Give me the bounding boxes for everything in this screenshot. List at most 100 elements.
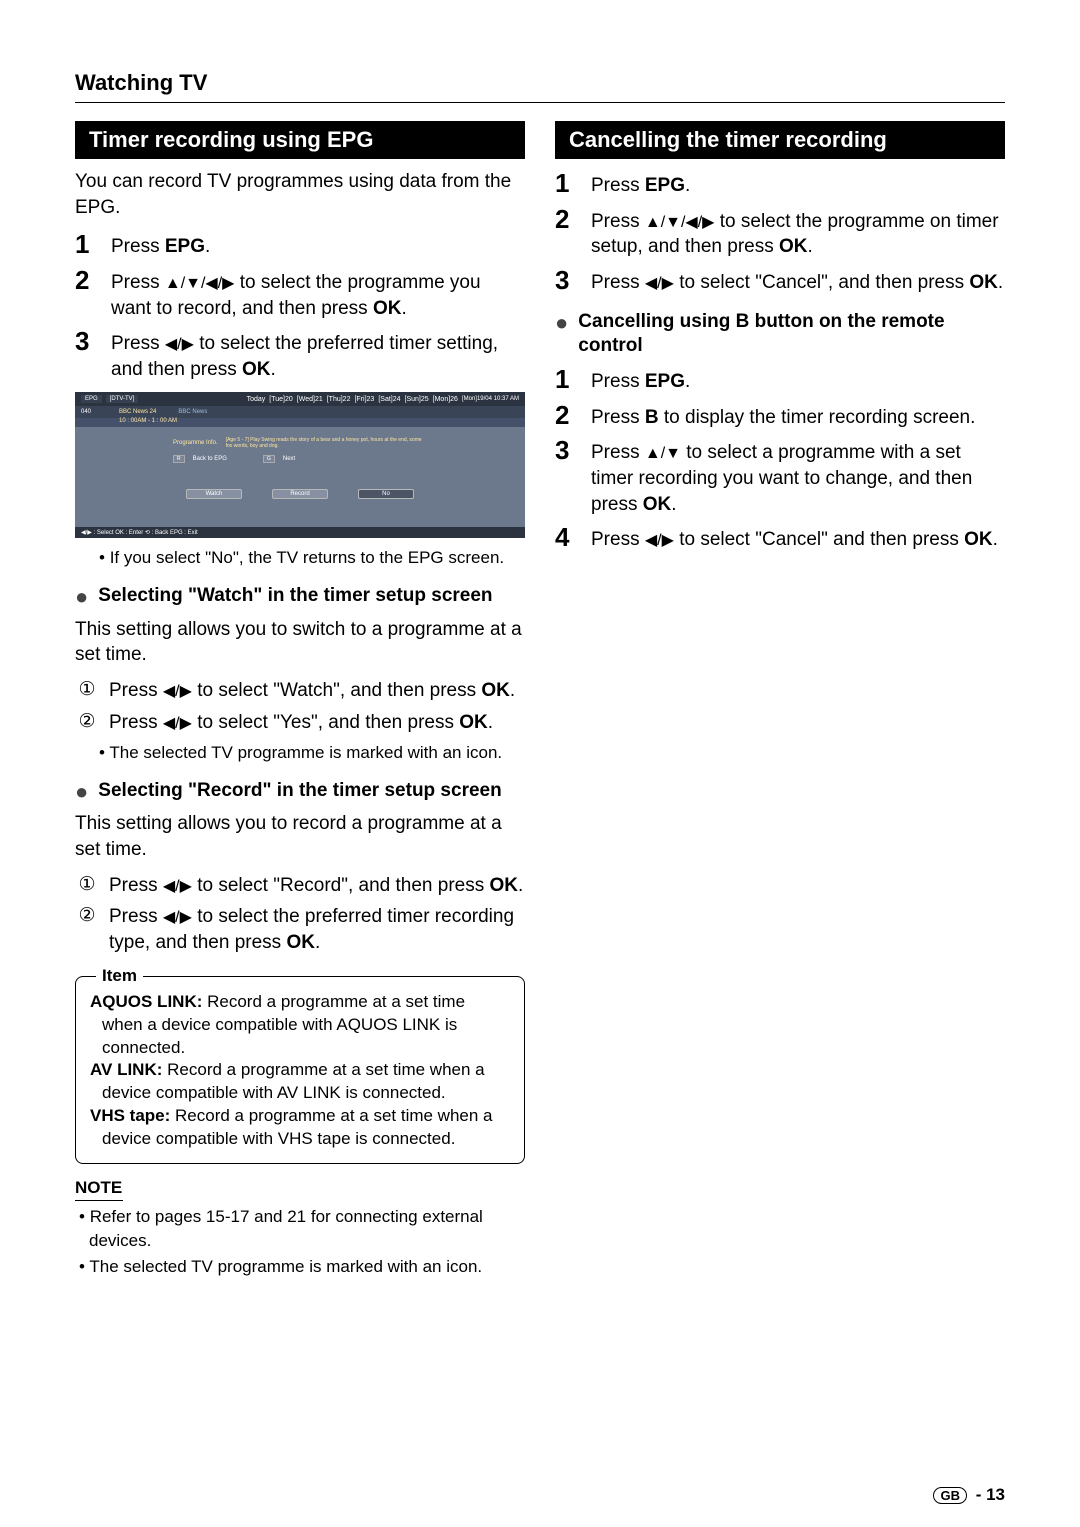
text: to display the timer recording screen. [659, 407, 976, 428]
programme-info-text: [Age 5 - 7] Play Swing reads the story o… [226, 437, 426, 449]
text: . [671, 494, 676, 515]
text: The selected TV programme is marked with… [89, 1257, 482, 1276]
arrow-icon: ◀/▶ [165, 337, 194, 353]
step-number: 2 [555, 401, 591, 430]
text: Press [591, 175, 645, 196]
item-name: AQUOS LINK: [90, 992, 202, 1011]
hotkey: OK [286, 932, 315, 953]
hotkey: OK [481, 680, 510, 701]
epg-record-button[interactable]: Record [272, 489, 328, 499]
epg-day: [Sun]25 [405, 396, 429, 403]
bullet-icon: ● [75, 779, 88, 805]
text: Press [111, 272, 165, 293]
step-text: Press ◀/▶ to select the preferred timer … [111, 327, 525, 382]
text: . [270, 359, 275, 380]
arrow-icon: ▲/▼ [645, 446, 681, 462]
text: Refer to pages 15-17 and 21 for connecti… [89, 1207, 483, 1250]
step-text: Press ◀/▶ to select "Watch", and then pr… [109, 678, 515, 704]
text: . [993, 529, 998, 550]
steps-cancel: 1 Press EPG. 2 Press ▲/▼/◀/▶ to select t… [555, 169, 1005, 296]
epg-watch-button[interactable]: Watch [186, 489, 242, 499]
epg-topbar: EPG [DTV-TV] Today [Tue]20 [Wed]21 [Thu]… [75, 392, 525, 406]
page-footer: GB - 13 [933, 1485, 1005, 1505]
item-name: AV LINK: [90, 1060, 162, 1079]
step-number: 3 [555, 266, 591, 295]
text: Press [109, 712, 163, 733]
epg-mode: [DTV-TV] [106, 395, 139, 403]
note-label: NOTE [75, 1178, 123, 1201]
subheading-cancel-b: Cancelling using B button on the remote … [578, 310, 1005, 359]
step-text: Press EPG. [591, 169, 690, 199]
hotkey: B [645, 407, 659, 428]
hotkey: OK [964, 529, 993, 550]
title-rule [75, 102, 1005, 103]
watch-steps: ① Press ◀/▶ to select "Watch", and then … [75, 678, 525, 735]
epg-day: Today [247, 396, 266, 403]
text: Press [591, 371, 645, 392]
text: to select "Record", and then press [192, 875, 490, 896]
text: . [998, 272, 1003, 293]
step-text: Press EPG. [111, 230, 210, 260]
bullet-icon: ● [75, 584, 88, 610]
text: The selected TV programme is marked with… [109, 743, 502, 762]
hotkey: OK [490, 875, 519, 896]
bullet-icon: ● [555, 310, 568, 336]
text: Press [111, 236, 165, 257]
step-number: 1 [555, 169, 591, 198]
text: . [401, 298, 406, 319]
back-to-epg-label: Back to EPG [193, 456, 227, 462]
intro-text: You can record TV programmes using data … [75, 169, 525, 220]
item-box: Item AQUOS LINK: Record a programme at a… [75, 976, 525, 1165]
arrow-icon: ◀/▶ [645, 276, 674, 292]
text: Press [591, 442, 645, 463]
epg-buttons: Watch Record No [81, 489, 519, 499]
next-label: Next [283, 456, 295, 462]
epg-no-button[interactable]: No [358, 489, 414, 499]
step-number: 2 [75, 266, 111, 295]
epg-day: [Sat]24 [378, 396, 400, 403]
arrow-icon: ◀/▶ [163, 910, 192, 926]
step-text: Press ◀/▶ to select "Yes", and then pres… [109, 710, 493, 736]
text: . [488, 712, 493, 733]
step-number: ① [75, 678, 99, 703]
text: . [808, 236, 813, 257]
step-number: ② [75, 710, 99, 735]
epg-time-row: 10 : 00AM - 1 : 00 AM [75, 418, 525, 427]
step-number: 3 [75, 327, 111, 356]
text: Press [591, 529, 645, 550]
epg-screenshot: EPG [DTV-TV] Today [Tue]20 [Wed]21 [Thu]… [75, 392, 525, 538]
text: to select "Cancel" and then press [674, 529, 964, 550]
arrow-icon: ◀/▶ [163, 684, 192, 700]
back-badge-icon: R [173, 455, 185, 463]
text: Press [591, 272, 645, 293]
step-text: Press ◀/▶ to select "Cancel" and then pr… [591, 523, 998, 553]
epg-day: [Mon]26 [433, 396, 458, 403]
hotkey: EPG [645, 175, 685, 196]
page-number: - 13 [976, 1485, 1005, 1504]
step-number: 1 [75, 230, 111, 259]
step-text: Press EPG. [591, 365, 690, 395]
hotkey: EPG [645, 371, 685, 392]
text: Press [111, 333, 165, 354]
section-bar-cancel: Cancelling the timer recording [555, 121, 1005, 159]
text: . [205, 236, 210, 257]
watch-intro: This setting allows you to switch to a p… [75, 617, 525, 668]
step-number: ① [75, 873, 99, 898]
hotkey: OK [373, 298, 402, 319]
subheading-record: Selecting "Record" in the timer setup sc… [98, 779, 501, 804]
region-badge: GB [933, 1487, 967, 1504]
hotkey: OK [242, 359, 271, 380]
epg-channel-row: 040 BBC News 24 BBC News [75, 406, 525, 418]
step-number: 4 [555, 523, 591, 552]
text: . [685, 371, 690, 392]
step-text: Press ◀/▶ to select the preferred timer … [109, 904, 525, 955]
text: to select "Watch", and then press [192, 680, 481, 701]
step-number: 2 [555, 205, 591, 234]
hotkey: OK [779, 236, 808, 257]
programme-info-label: Programme Info. [173, 440, 218, 446]
page-title: Watching TV [75, 70, 1005, 96]
hotkey: OK [459, 712, 488, 733]
text: Press [591, 211, 645, 232]
right-column: Cancelling the timer recording 1 Press E… [555, 121, 1005, 1281]
left-column: Timer recording using EPG You can record… [75, 121, 525, 1281]
